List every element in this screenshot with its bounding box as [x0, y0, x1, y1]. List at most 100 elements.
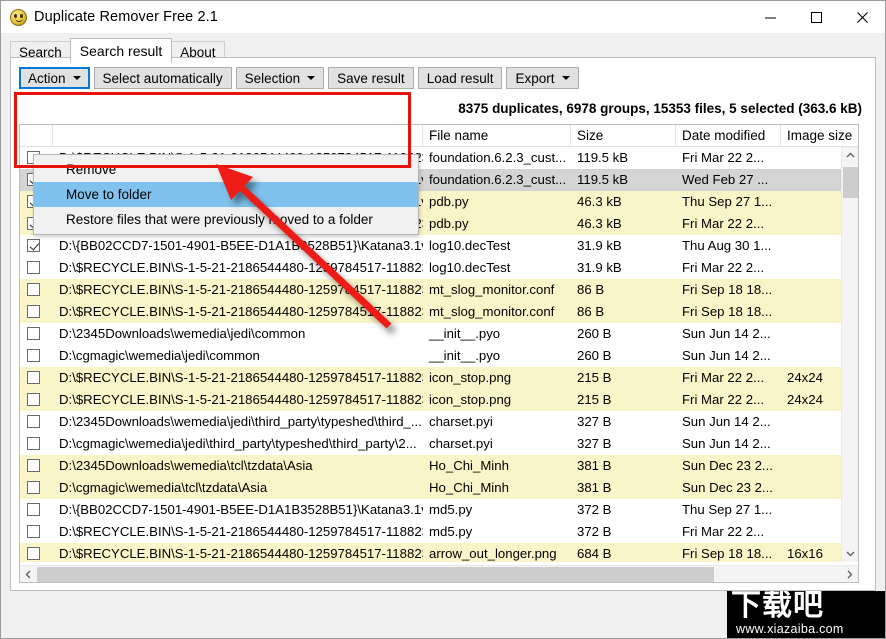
menu-item-remove[interactable]: Remove — [34, 157, 418, 182]
row-cell-size: 372 B — [577, 524, 612, 539]
column-header-file-name[interactable]: File name — [423, 125, 571, 146]
row-cell-date: Fri Sep 18 18... — [682, 304, 773, 319]
row-cell-size: 31.9 kB — [577, 238, 622, 253]
checkbox-unchecked-icon[interactable] — [27, 305, 40, 318]
row-cell-image_size — [781, 521, 841, 543]
row-cell-file: Ho_Chi_Minh — [429, 480, 509, 495]
checkbox-unchecked-icon[interactable] — [27, 261, 40, 274]
row-checkbox-cell[interactable] — [20, 433, 53, 455]
checkbox-unchecked-icon[interactable] — [27, 349, 40, 362]
row-checkbox-cell[interactable] — [20, 279, 53, 301]
row-cell-size: 327 B — [577, 436, 612, 451]
row-checkbox-cell[interactable] — [20, 455, 53, 477]
minimize-button[interactable] — [747, 1, 793, 33]
checkbox-unchecked-icon[interactable] — [27, 371, 40, 384]
checkbox-unchecked-icon[interactable] — [27, 459, 40, 472]
row-cell-file: charset.pyi — [429, 414, 493, 429]
row-checkbox-cell[interactable] — [20, 301, 53, 323]
row-checkbox-cell[interactable] — [20, 367, 53, 389]
row-cell-path: D:\{BB02CCD7-1501-4901-B5EE-D1A1B3528B51… — [59, 238, 423, 253]
row-cell-path: D:\$RECYCLE.BIN\S-1-5-21-2186544480-1259… — [59, 524, 423, 539]
vertical-scrollbar[interactable] — [841, 147, 858, 562]
table-row[interactable]: D:\$RECYCLE.BIN\S-1-5-21-2186544480-1259… — [20, 279, 841, 301]
row-cell-path: D:\cgmagic\wemedia\tcl\tzdata\Asia — [59, 480, 268, 495]
table-row[interactable]: D:\{BB02CCD7-1501-4901-B5EE-D1A1B3528B51… — [20, 235, 841, 257]
row-cell-path: D:\2345Downloads\wemedia\jedi\common — [59, 326, 306, 341]
row-checkbox-cell[interactable] — [20, 323, 53, 345]
checkbox-unchecked-icon[interactable] — [27, 327, 40, 340]
scroll-left-button[interactable] — [20, 566, 37, 583]
save-result-button[interactable]: Save result — [328, 67, 414, 89]
table-row[interactable]: D:\$RECYCLE.BIN\S-1-5-21-2186544480-1259… — [20, 521, 841, 543]
scroll-up-button[interactable] — [842, 147, 858, 164]
table-row[interactable]: D:\{BB02CCD7-1501-4901-B5EE-D1A1B3528B51… — [20, 499, 841, 521]
row-cell-size: 86 B — [577, 304, 605, 319]
column-header-date-modified[interactable]: Date modified — [676, 125, 781, 146]
action-button-label: Action — [28, 70, 66, 86]
table-row[interactable]: D:\$RECYCLE.BIN\S-1-5-21-2186544480-1259… — [20, 367, 841, 389]
column-header-image-size[interactable]: Image size — [781, 125, 857, 146]
scroll-right-button[interactable] — [841, 566, 858, 583]
checkbox-unchecked-icon[interactable] — [27, 415, 40, 428]
row-cell-file: md5.py — [429, 524, 473, 539]
row-cell-date: Wed Feb 27 ... — [682, 172, 769, 187]
column-header-checkbox[interactable] — [20, 125, 53, 146]
row-cell-date: Sun Jun 14 2... — [682, 414, 771, 429]
row-checkbox-cell[interactable] — [20, 389, 53, 411]
row-cell-path: D:\cgmagic\wemedia\jedi\common — [59, 348, 260, 363]
selection-button[interactable]: Selection — [235, 67, 325, 89]
table-row[interactable]: D:\cgmagic\wemedia\jedi\third_party\type… — [20, 433, 841, 455]
row-cell-path: D:\$RECYCLE.BIN\S-1-5-21-2186544480-1259… — [59, 304, 423, 319]
table-row[interactable]: D:\$RECYCLE.BIN\S-1-5-21-2186544480-1259… — [20, 543, 841, 562]
checkbox-unchecked-icon[interactable] — [27, 547, 40, 560]
table-row[interactable]: D:\$RECYCLE.BIN\S-1-5-21-2186544480-1259… — [20, 389, 841, 411]
table-row[interactable]: D:\2345Downloads\wemedia\jedi\third_part… — [20, 411, 841, 433]
export-button[interactable]: Export — [506, 67, 579, 89]
table-row[interactable]: D:\$RECYCLE.BIN\S-1-5-21-2186544480-1259… — [20, 301, 841, 323]
action-button[interactable]: Action — [19, 67, 90, 89]
maximize-button[interactable] — [793, 1, 839, 33]
row-checkbox-cell[interactable] — [20, 543, 53, 563]
checkbox-checked-icon[interactable] — [27, 239, 40, 252]
row-checkbox-cell[interactable] — [20, 345, 53, 367]
tab-search-result[interactable]: Search result — [69, 38, 173, 63]
checkbox-unchecked-icon[interactable] — [27, 437, 40, 450]
table-row[interactable]: D:\cgmagic\wemedia\jedi\common __init__.p… — [20, 345, 841, 367]
row-cell-file: charset.pyi — [429, 436, 493, 451]
select-automatically-button[interactable]: Select automatically — [93, 67, 232, 89]
row-cell-file: foundation.6.2.3_cust... — [429, 172, 567, 187]
horizontal-scroll-track[interactable] — [37, 566, 841, 583]
menu-item-restore-files[interactable]: Restore files that were previously moved… — [34, 207, 418, 232]
search-result-panel: Action Select automatically Selection Sa… — [10, 57, 876, 591]
checkbox-unchecked-icon[interactable] — [27, 393, 40, 406]
row-cell-image_size — [781, 455, 841, 477]
vertical-scroll-thumb[interactable] — [843, 167, 858, 198]
column-header-size[interactable]: Size — [571, 125, 676, 146]
table-row[interactable]: D:\$RECYCLE.BIN\S-1-5-21-2186544480-1259… — [20, 257, 841, 279]
load-result-button[interactable]: Load result — [417, 67, 503, 89]
checkbox-unchecked-icon[interactable] — [27, 525, 40, 538]
row-checkbox-cell[interactable] — [20, 411, 53, 433]
checkbox-unchecked-icon[interactable] — [27, 503, 40, 516]
menu-item-move-to-folder[interactable]: Move to folder — [34, 182, 418, 207]
checkbox-unchecked-icon[interactable] — [27, 481, 40, 494]
horizontal-scrollbar[interactable] — [20, 565, 858, 582]
row-checkbox-cell[interactable] — [20, 257, 53, 279]
row-cell-date: Thu Aug 30 1... — [682, 238, 772, 253]
scroll-down-button[interactable] — [842, 545, 858, 562]
table-row[interactable]: D:\2345Downloads\wemedia\jedi\common __in… — [20, 323, 841, 345]
row-checkbox-cell[interactable] — [20, 235, 53, 257]
row-cell-image_size: 24x24 — [787, 370, 823, 385]
row-cell-size: 381 B — [577, 480, 612, 495]
row-checkbox-cell[interactable] — [20, 477, 53, 499]
row-checkbox-cell[interactable] — [20, 499, 53, 521]
checkbox-unchecked-icon[interactable] — [27, 283, 40, 296]
table-row[interactable]: D:\2345Downloads\wemedia\tcl\tzdata\Asia… — [20, 455, 841, 477]
row-checkbox-cell[interactable] — [20, 521, 53, 543]
horizontal-scroll-thumb[interactable] — [37, 566, 714, 582]
selection-label: Selection — [244, 70, 301, 86]
close-button[interactable] — [839, 1, 885, 33]
column-header-path[interactable] — [53, 125, 423, 146]
table-row[interactable]: D:\cgmagic\wemedia\tcl\tzdata\Asia Ho_Chi… — [20, 477, 841, 499]
row-cell-path: D:\$RECYCLE.BIN\S-1-5-21-2186544480-1259… — [59, 282, 423, 297]
